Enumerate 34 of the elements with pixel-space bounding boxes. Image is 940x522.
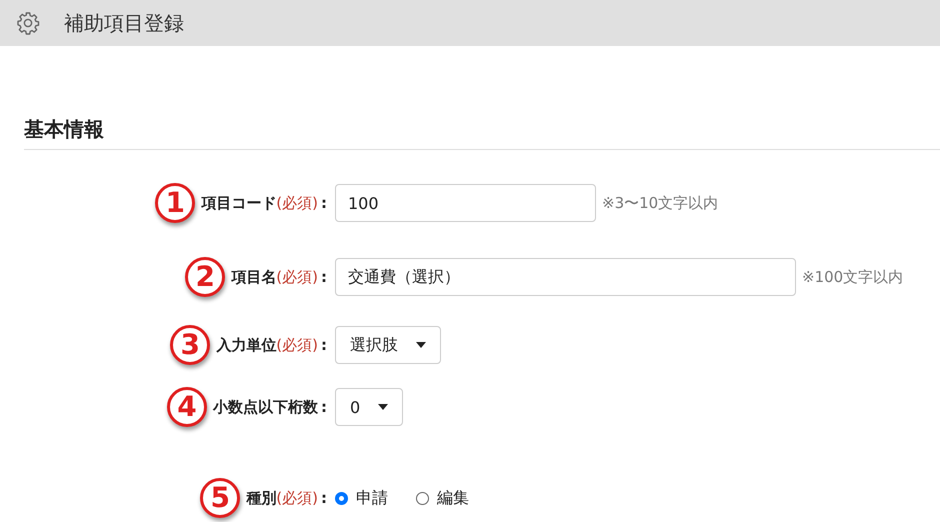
select-dropdown[interactable]: 0 xyxy=(335,388,404,426)
settings-icon xyxy=(16,11,40,35)
colon-mark: : xyxy=(321,489,327,507)
colon-mark: : xyxy=(321,336,327,354)
radio-button[interactable] xyxy=(416,492,429,504)
required-note: (必須) xyxy=(276,336,318,354)
field-label: 項目コード xyxy=(201,194,276,212)
page-title: 補助項目登録 xyxy=(64,10,184,36)
text-field[interactable]: 交通費（選択） xyxy=(335,258,796,296)
required-note: (必須) xyxy=(276,194,318,212)
caret-icon xyxy=(416,342,426,348)
hint-text: ※100文字以内 xyxy=(802,268,904,286)
select-dropdown[interactable]: 選択肢 xyxy=(335,326,441,364)
required-note: (必須) xyxy=(276,268,318,286)
field-label: 項目名 xyxy=(231,268,276,286)
section-title: 基本情報 xyxy=(24,116,940,150)
field-label: 種別 xyxy=(246,488,276,508)
required-note: (必須) xyxy=(276,488,318,508)
number-marker: 1 xyxy=(155,183,196,223)
hint-text: ※3〜10文字以内 xyxy=(602,194,718,212)
number-marker: 3 xyxy=(170,325,210,365)
caret-icon xyxy=(378,404,388,410)
radio-button[interactable] xyxy=(335,492,348,504)
radio-label[interactable]: 編集 xyxy=(437,488,469,508)
colon-mark: : xyxy=(321,194,327,212)
field-label: 小数点以下桁数 xyxy=(213,398,318,416)
colon-mark: : xyxy=(321,398,327,416)
radio-label[interactable]: 申請 xyxy=(356,488,388,508)
colon-mark: : xyxy=(321,268,327,286)
number-marker: 5 xyxy=(200,478,240,518)
field-label: 入力単位 xyxy=(216,336,276,354)
number-marker: 2 xyxy=(185,257,226,297)
text-field[interactable]: 100 xyxy=(335,184,596,222)
number-marker: 4 xyxy=(167,387,207,427)
